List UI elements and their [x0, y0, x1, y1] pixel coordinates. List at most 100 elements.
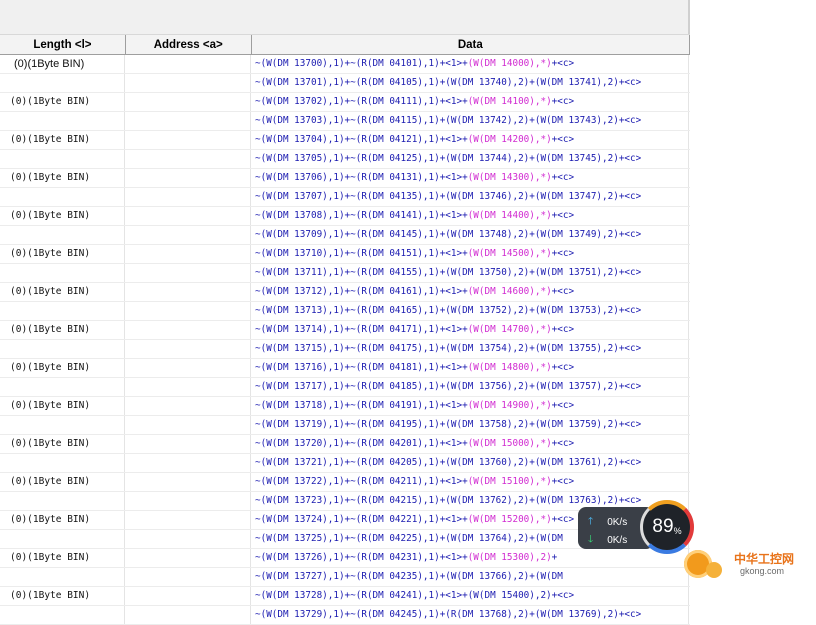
address-cell[interactable] [125, 74, 251, 92]
length-cell[interactable]: (0)(1Byte BIN) [0, 169, 125, 187]
address-cell[interactable] [125, 264, 251, 282]
address-cell[interactable] [125, 435, 251, 453]
length-cell[interactable] [0, 378, 125, 396]
table-row[interactable]: (0)(1Byte BIN) ~(W(DM 13722),1)+~(R(DM 04… [0, 473, 690, 492]
data-cell[interactable]: ~(W(DM 13714),1)+~(R(DM 04171),1)+<1>+(W… [251, 321, 689, 339]
table-row[interactable]: ~(W(DM 13709),1)+~(R(DM 04145),1)+(W(DM … [0, 226, 690, 245]
table-row[interactable]: (0)(1Byte BIN) ~(W(DM 13718),1)+~(R(DM 04… [0, 397, 690, 416]
length-cell[interactable] [0, 264, 125, 282]
table-row[interactable]: (0)(1Byte BIN) ~(W(DM 13704),1)+~(R(DM 04… [0, 131, 690, 150]
address-cell[interactable] [125, 549, 251, 567]
length-cell[interactable]: (0)(1Byte BIN) [0, 283, 125, 301]
data-cell[interactable]: ~(W(DM 13717),1)+~(R(DM 04185),1)+(W(DM … [251, 378, 689, 396]
column-header-data[interactable]: Data [252, 35, 690, 54]
length-cell[interactable] [0, 188, 125, 206]
length-cell[interactable] [0, 492, 125, 510]
data-cell[interactable]: ~(W(DM 13727),1)+~(R(DM 04235),1)+(W(DM … [251, 568, 689, 586]
address-cell[interactable] [125, 416, 251, 434]
data-cell[interactable]: ~(W(DM 13715),1)+~(R(DM 04175),1)+(W(DM … [251, 340, 689, 358]
data-cell[interactable]: ~(W(DM 13709),1)+~(R(DM 04145),1)+(W(DM … [251, 226, 689, 244]
address-cell[interactable] [125, 530, 251, 548]
address-cell[interactable] [125, 283, 251, 301]
length-cell[interactable]: (0)(1Byte BIN) [0, 321, 125, 339]
data-cell[interactable]: ~(W(DM 13718),1)+~(R(DM 04191),1)+<1>+(W… [251, 397, 689, 415]
address-cell[interactable] [125, 359, 251, 377]
data-cell[interactable]: ~(W(DM 13721),1)+~(R(DM 04205),1)+(W(DM … [251, 454, 689, 472]
address-cell[interactable] [125, 587, 251, 605]
length-cell[interactable]: (0)(1Byte BIN) [0, 397, 125, 415]
table-row[interactable]: (0)(1Byte BIN) ~(W(DM 13700),1)+~(R(DM 04… [0, 55, 690, 74]
table-row[interactable]: ~(W(DM 13729),1)+~(R(DM 04245),1)+(R(DM … [0, 606, 690, 625]
address-cell[interactable] [125, 169, 251, 187]
table-row[interactable]: ~(W(DM 13707),1)+~(R(DM 04135),1)+(W(DM … [0, 188, 690, 207]
address-cell[interactable] [125, 302, 251, 320]
address-cell[interactable] [125, 568, 251, 586]
table-row[interactable]: ~(W(DM 13713),1)+~(R(DM 04165),1)+(W(DM … [0, 302, 690, 321]
address-cell[interactable] [125, 131, 251, 149]
length-cell[interactable]: (0)(1Byte BIN) [0, 131, 125, 149]
length-cell[interactable] [0, 568, 125, 586]
data-cell[interactable]: ~(W(DM 13710),1)+~(R(DM 04151),1)+<1>+(W… [251, 245, 689, 263]
data-cell[interactable]: ~(W(DM 13703),1)+~(R(DM 04115),1)+(W(DM … [251, 112, 689, 130]
table-row[interactable]: (0)(1Byte BIN) ~(W(DM 13710),1)+~(R(DM 04… [0, 245, 690, 264]
table-row[interactable]: ~(W(DM 13703),1)+~(R(DM 04115),1)+(W(DM … [0, 112, 690, 131]
length-cell[interactable] [0, 454, 125, 472]
address-cell[interactable] [125, 492, 251, 510]
data-cell[interactable]: ~(W(DM 13716),1)+~(R(DM 04181),1)+<1>+(W… [251, 359, 689, 377]
length-cell[interactable]: (0)(1Byte BIN) [0, 245, 125, 263]
table-row[interactable]: (0)(1Byte BIN) ~(W(DM 13716),1)+~(R(DM 04… [0, 359, 690, 378]
data-cell[interactable]: ~(W(DM 13707),1)+~(R(DM 04135),1)+(W(DM … [251, 188, 689, 206]
length-cell[interactable]: (0)(1Byte BIN) [0, 511, 125, 529]
length-cell[interactable]: (0)(1Byte BIN) [0, 93, 125, 111]
table-row[interactable]: ~(W(DM 13727),1)+~(R(DM 04235),1)+(W(DM … [0, 568, 690, 587]
length-cell[interactable] [0, 226, 125, 244]
length-cell[interactable] [0, 150, 125, 168]
data-cell[interactable]: ~(W(DM 13701),1)+~(R(DM 04105),1)+(W(DM … [251, 74, 689, 92]
table-row[interactable]: (0)(1Byte BIN) ~(W(DM 13728),1)+~(R(DM 04… [0, 587, 690, 606]
address-cell[interactable] [125, 207, 251, 225]
column-header-address[interactable]: Address <a> [126, 35, 252, 54]
length-cell[interactable] [0, 74, 125, 92]
address-cell[interactable] [125, 226, 251, 244]
length-cell[interactable]: (0)(1Byte BIN) [0, 359, 125, 377]
address-cell[interactable] [125, 397, 251, 415]
network-speed-widget[interactable]: 🡑 0K/s 🡓 0K/s 89 % [578, 500, 694, 556]
data-cell[interactable]: ~(W(DM 13720),1)+~(R(DM 04201),1)+<1>+(W… [251, 435, 689, 453]
data-cell[interactable]: ~(W(DM 13708),1)+~(R(DM 04141),1)+<1>+(W… [251, 207, 689, 225]
length-cell[interactable]: (0)(1Byte BIN) [0, 587, 125, 605]
table-row[interactable]: (0)(1Byte BIN) ~(W(DM 13720),1)+~(R(DM 04… [0, 435, 690, 454]
address-cell[interactable] [125, 188, 251, 206]
table-row[interactable]: ~(W(DM 13717),1)+~(R(DM 04185),1)+(W(DM … [0, 378, 690, 397]
address-cell[interactable] [125, 112, 251, 130]
data-cell[interactable]: ~(W(DM 13728),1)+~(R(DM 04241),1)+<1>+(W… [251, 587, 689, 605]
length-cell[interactable] [0, 340, 125, 358]
length-cell[interactable] [0, 302, 125, 320]
data-cell[interactable]: ~(W(DM 13700),1)+~(R(DM 04101),1)+<1>+(W… [251, 55, 689, 73]
address-cell[interactable] [125, 606, 251, 624]
column-header-length[interactable]: Length <l> [0, 35, 126, 54]
data-cell[interactable]: ~(W(DM 13712),1)+~(R(DM 04161),1)+<1>+(W… [251, 283, 689, 301]
table-row[interactable]: ~(W(DM 13715),1)+~(R(DM 04175),1)+(W(DM … [0, 340, 690, 359]
table-row[interactable]: ~(W(DM 13721),1)+~(R(DM 04205),1)+(W(DM … [0, 454, 690, 473]
address-cell[interactable] [125, 245, 251, 263]
data-cell[interactable]: ~(W(DM 13713),1)+~(R(DM 04165),1)+(W(DM … [251, 302, 689, 320]
length-cell[interactable]: (0)(1Byte BIN) [0, 207, 125, 225]
table-row[interactable]: (0)(1Byte BIN) ~(W(DM 13714),1)+~(R(DM 04… [0, 321, 690, 340]
address-cell[interactable] [125, 454, 251, 472]
usage-gauge[interactable]: 89 % [640, 500, 694, 554]
table-row[interactable]: (0)(1Byte BIN) ~(W(DM 13702),1)+~(R(DM 04… [0, 93, 690, 112]
table-row[interactable]: ~(W(DM 13719),1)+~(R(DM 04195),1)+(W(DM … [0, 416, 690, 435]
address-cell[interactable] [125, 473, 251, 491]
length-cell[interactable] [0, 112, 125, 130]
table-row[interactable]: ~(W(DM 13701),1)+~(R(DM 04105),1)+(W(DM … [0, 74, 690, 93]
address-cell[interactable] [125, 511, 251, 529]
table-row[interactable]: ~(W(DM 13711),1)+~(R(DM 04155),1)+(W(DM … [0, 264, 690, 283]
length-cell[interactable] [0, 606, 125, 624]
address-cell[interactable] [125, 340, 251, 358]
length-cell[interactable] [0, 416, 125, 434]
address-cell[interactable] [125, 150, 251, 168]
table-row[interactable]: (0)(1Byte BIN) ~(W(DM 13706),1)+~(R(DM 04… [0, 169, 690, 188]
table-row[interactable]: (0)(1Byte BIN) ~(W(DM 13708),1)+~(R(DM 04… [0, 207, 690, 226]
data-cell[interactable]: ~(W(DM 13719),1)+~(R(DM 04195),1)+(W(DM … [251, 416, 689, 434]
address-cell[interactable] [125, 93, 251, 111]
